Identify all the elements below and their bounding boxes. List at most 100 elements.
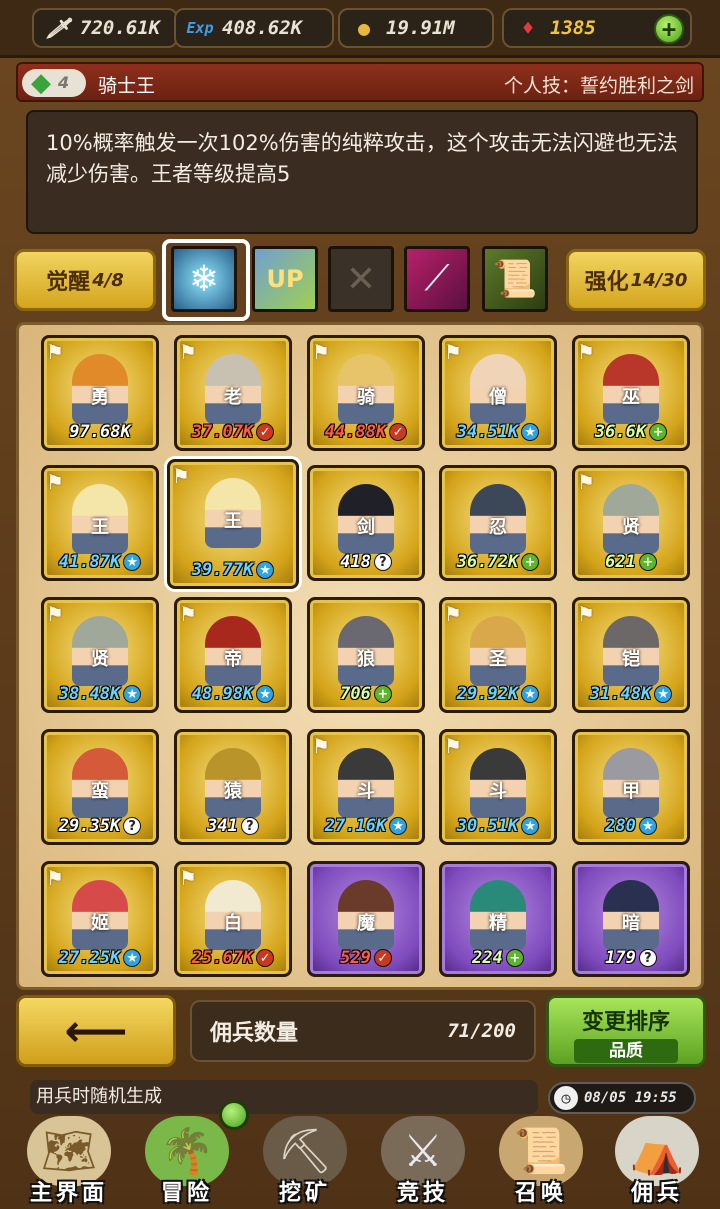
mercenary-portrait: 僧 <box>470 354 526 424</box>
mercenary-card[interactable]: ⚑ 铠 31.48K ★ <box>572 597 690 713</box>
mercenary-card[interactable]: ⚑ 斗 30.51K ★ <box>439 729 557 845</box>
mercenary-portrait: 王 <box>72 484 128 554</box>
mercenary-power: 29.92K ★ <box>446 682 550 706</box>
gold-resource: ● 19.91M <box>338 8 494 48</box>
mercenary-card[interactable]: 忍 36.72K + <box>439 465 557 581</box>
add-gems-button[interactable]: + <box>654 14 684 44</box>
mercenary-power: 41.87K ★ <box>48 550 152 574</box>
awaken-button[interactable]: 觉醒 4/8 <box>14 249 156 311</box>
skill-row: 觉醒 4/8 ❄ UP ✕ ⟋ 📜 强化 14/30 <box>0 239 720 321</box>
nav-arena[interactable]: ⚔ 竞技 <box>364 1110 482 1209</box>
mercenary-card[interactable]: ⚑ 帝 48.98K ★ <box>174 597 292 713</box>
up-buff-icon[interactable]: UP <box>252 246 318 312</box>
question-badge-icon: ? <box>123 817 142 835</box>
nav-summon[interactable]: 📜 召唤 <box>482 1110 600 1209</box>
mercenary-power: 31.48K ★ <box>579 682 683 706</box>
mercenary-card[interactable]: 甲 280 ★ <box>572 729 690 845</box>
sort-mode: 品质 <box>574 1039 678 1063</box>
sword-icon: 🗡 <box>45 16 71 40</box>
mercenary-portrait: 魔 <box>338 880 394 950</box>
mercenary-card[interactable]: ⚑ 骑 44.88K ✓ <box>307 335 425 451</box>
skill-banner: 4 ◆ 骑士王 个人技：誓约胜利之剑 <box>16 62 704 102</box>
mercenary-power: 37.07K ✓ <box>181 420 285 444</box>
flag-icon: ⚑ <box>577 602 595 626</box>
mercenary-card[interactable]: 狼 706 + <box>307 597 425 713</box>
mercenary-card[interactable]: ⚑ 巫 36.6K + <box>572 335 690 451</box>
news-ticker: 用兵时随机生成 <box>30 1080 538 1114</box>
mercenary-card[interactable]: ⚑ 斗 27.16K ★ <box>307 729 425 845</box>
mercenary-card[interactable]: ⚑ 僧 34.51K ★ <box>439 335 557 451</box>
mercenary-card[interactable]: 蛮 29.35K? <box>41 729 159 845</box>
mercenary-card[interactable]: ⚑ 王 39.77K ★ <box>167 459 299 589</box>
mercenary-card[interactable]: 剑 418? <box>307 465 425 581</box>
mercenary-power: 179? <box>579 946 683 970</box>
flag-icon: ⚑ <box>444 340 462 364</box>
mercenary-power: 34.51K ★ <box>446 420 550 444</box>
sort-label: 变更排序 <box>581 1010 670 1035</box>
mercenary-portrait: 巫 <box>603 354 659 424</box>
enhance-button[interactable]: 强化 14/30 <box>566 249 706 311</box>
mercenary-card[interactable]: ⚑ 姬 27.25K ★ <box>41 861 159 977</box>
flag-icon: ⚑ <box>577 470 595 494</box>
flag-icon: ⚑ <box>46 866 64 890</box>
mercenary-count-bar: 佣兵数量 71/200 <box>190 1000 536 1062</box>
flag-icon: ⚑ <box>46 602 64 626</box>
mercenary-card[interactable]: ⚑ 王 41.87K ★ <box>41 465 159 581</box>
nav-main[interactable]: 🗺 主界面 <box>10 1110 128 1209</box>
flag-icon: ⚑ <box>312 340 330 364</box>
clock-icon: ◷ <box>554 1086 578 1110</box>
mercenary-card[interactable]: 魔 529 ✓ <box>307 861 425 977</box>
skill-description: 10%概率触发一次102%伤害的纯粹攻击，这个攻击无法闪避也无法减少伤害。王者等… <box>26 110 698 234</box>
ruby-icon: ♦ <box>521 16 535 40</box>
exp-icon: Exp <box>186 19 214 37</box>
mercenary-card[interactable]: ⚑ 贤 38.48K ★ <box>41 597 159 713</box>
mercenary-card[interactable]: 猿 341? <box>174 729 292 845</box>
mercenary-card[interactable]: ⚑ 贤 621 + <box>572 465 690 581</box>
flag-icon: ⚑ <box>312 734 330 758</box>
crystal-sword-icon[interactable]: ⟋ <box>404 246 470 312</box>
arrow-left-icon: ⟵ <box>64 1005 128 1057</box>
nav-mining[interactable]: ⛏ 挖矿 <box>246 1110 364 1209</box>
mercenary-portrait: 帝 <box>205 616 261 686</box>
mercenary-power: 27.25K ★ <box>48 946 152 970</box>
sort-button[interactable]: 变更排序 品质 <box>546 995 706 1067</box>
count-label: 佣兵数量 <box>210 1021 299 1046</box>
mercenary-power: 529 ✓ <box>314 946 418 970</box>
mercenary-portrait: 狼 <box>338 616 394 686</box>
scroll-icon[interactable]: 📜 <box>482 246 548 312</box>
mercenary-portrait: 贤 <box>72 616 128 686</box>
locked-slot-icon: ✕ <box>328 246 394 312</box>
mercenary-card[interactable]: ⚑ 勇 97.68K <box>41 335 159 451</box>
mercenary-power: 30.51K ★ <box>446 814 550 838</box>
red-badge-icon: ✓ <box>256 949 275 967</box>
mercenary-card[interactable]: 暗 179? <box>572 861 690 977</box>
red-badge-icon: ✓ <box>373 949 392 967</box>
star-badge-icon: ★ <box>123 553 142 571</box>
mercenary-card[interactable]: 精 224 + <box>439 861 557 977</box>
gem-resource: ♦ 1385 + <box>502 8 692 48</box>
mercenary-portrait: 姬 <box>72 880 128 950</box>
mercenary-portrait: 骑 <box>338 354 394 424</box>
exp-resource: Exp 408.62K <box>174 8 334 48</box>
question-badge-icon: ? <box>638 949 657 967</box>
star-badge-icon: ★ <box>123 949 142 967</box>
mercenary-portrait: 暗 <box>603 880 659 950</box>
mercenary-power: 29.35K? <box>48 814 152 838</box>
mercenary-power: 38.48K ★ <box>48 682 152 706</box>
mercenary-card[interactable]: ⚑ 圣 29.92K ★ <box>439 597 557 713</box>
mercenary-portrait: 斗 <box>470 748 526 818</box>
back-button[interactable]: ⟵ <box>16 995 176 1067</box>
mercenary-card[interactable]: ⚑ 白 25.67K ✓ <box>174 861 292 977</box>
mercenary-portrait: 勇 <box>72 354 128 424</box>
nav-mercenary[interactable]: ⛺ 佣兵 <box>598 1110 716 1209</box>
datetime: 08/05 19:55 <box>584 1090 677 1106</box>
plus-badge-icon: + <box>521 553 540 571</box>
notification-dot <box>219 1100 249 1130</box>
mercenary-card[interactable]: ⚑ 老 37.07K ✓ <box>174 335 292 451</box>
ice-axe-icon[interactable]: ❄ <box>171 246 237 312</box>
mercenary-power: 706 + <box>314 682 418 706</box>
flag-icon: ⚑ <box>179 866 197 890</box>
flag-icon: ⚑ <box>172 464 190 488</box>
mercenary-grid: ⚑ 勇 97.68K ⚑ 老 37.07K ✓ ⚑ 骑 44.88K ✓ ⚑ 僧 34.51K ★ ⚑ 巫 36.… <box>16 322 704 990</box>
mercenary-power: 97.68K <box>69 422 131 442</box>
